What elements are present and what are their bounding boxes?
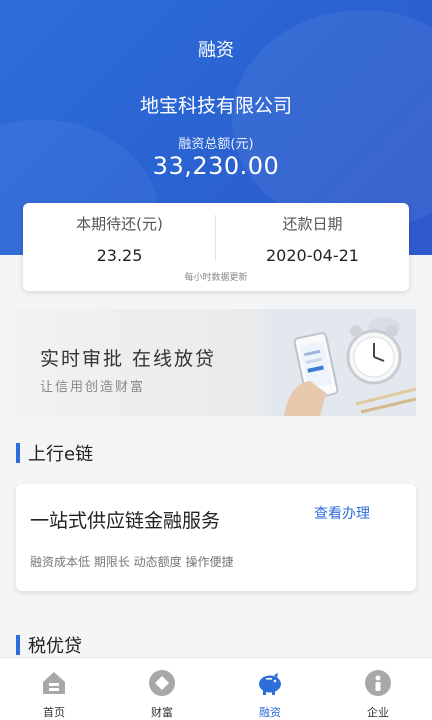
section-header-tax-loan: 税优贷 [16, 634, 82, 657]
promo-banner[interactable]: 实时审批 在线放贷 让信用创造财富 [16, 309, 416, 416]
company-name: 地宝科技有限公司 [139, 95, 292, 117]
bottom-tab-bar: 首页 财富 融资 企业 [0, 657, 432, 720]
product-title: 一站式供应链金融服务 [30, 510, 221, 532]
tab-label: 财富 [151, 706, 173, 719]
repayment-date-value: 2020-04-21 [266, 246, 359, 265]
section-accent-bar [16, 635, 20, 655]
repayment-date-label: 还款日期 [282, 215, 343, 233]
section-header-shangxing: 上行e链 [16, 442, 94, 465]
current-due-value: 23.25 [96, 246, 143, 265]
tab-enterprise[interactable]: 企业 [324, 658, 432, 720]
tab-label: 企业 [367, 706, 389, 719]
tab-home[interactable]: 首页 [0, 658, 108, 720]
current-due-label: 本期待还(元) [76, 215, 163, 233]
repayment-date: 还款日期 2020-04-21 [216, 203, 409, 265]
total-financing-label: 融资总额(元) [178, 137, 254, 152]
total-financing-value: 33,230.00 [152, 152, 280, 180]
repayment-card: 本期待还(元) 23.25 还款日期 2020-04-21 每小时数据更新 [23, 203, 409, 291]
product-description: 融资成本低 期限长 动态额度 操作便捷 [30, 555, 234, 569]
section-title: 税优贷 [28, 636, 82, 657]
current-due: 本期待还(元) 23.25 [23, 203, 216, 265]
diamond-icon [149, 670, 175, 696]
banner-subtitle: 让信用创造财富 [40, 380, 146, 395]
home-icon [43, 672, 65, 694]
page-title: 融资 [198, 40, 234, 61]
tab-label: 融资 [259, 706, 281, 719]
tab-wealth[interactable]: 财富 [108, 658, 216, 720]
phone-clock-illustration [266, 309, 416, 416]
banner-title: 实时审批 在线放贷 [40, 348, 217, 370]
section-title: 上行e链 [28, 444, 94, 465]
tab-financing[interactable]: 融资 [216, 658, 324, 720]
enterprise-icon [365, 670, 391, 696]
piggy-bank-icon [259, 673, 281, 695]
view-apply-link[interactable]: 查看办理 [314, 503, 370, 523]
update-note: 每小时数据更新 [184, 273, 248, 283]
tab-label: 首页 [43, 706, 65, 719]
section-accent-bar [16, 443, 20, 463]
product-card-supply-chain[interactable]: 一站式供应链金融服务 查看办理 融资成本低 期限长 动态额度 操作便捷 [16, 484, 416, 591]
